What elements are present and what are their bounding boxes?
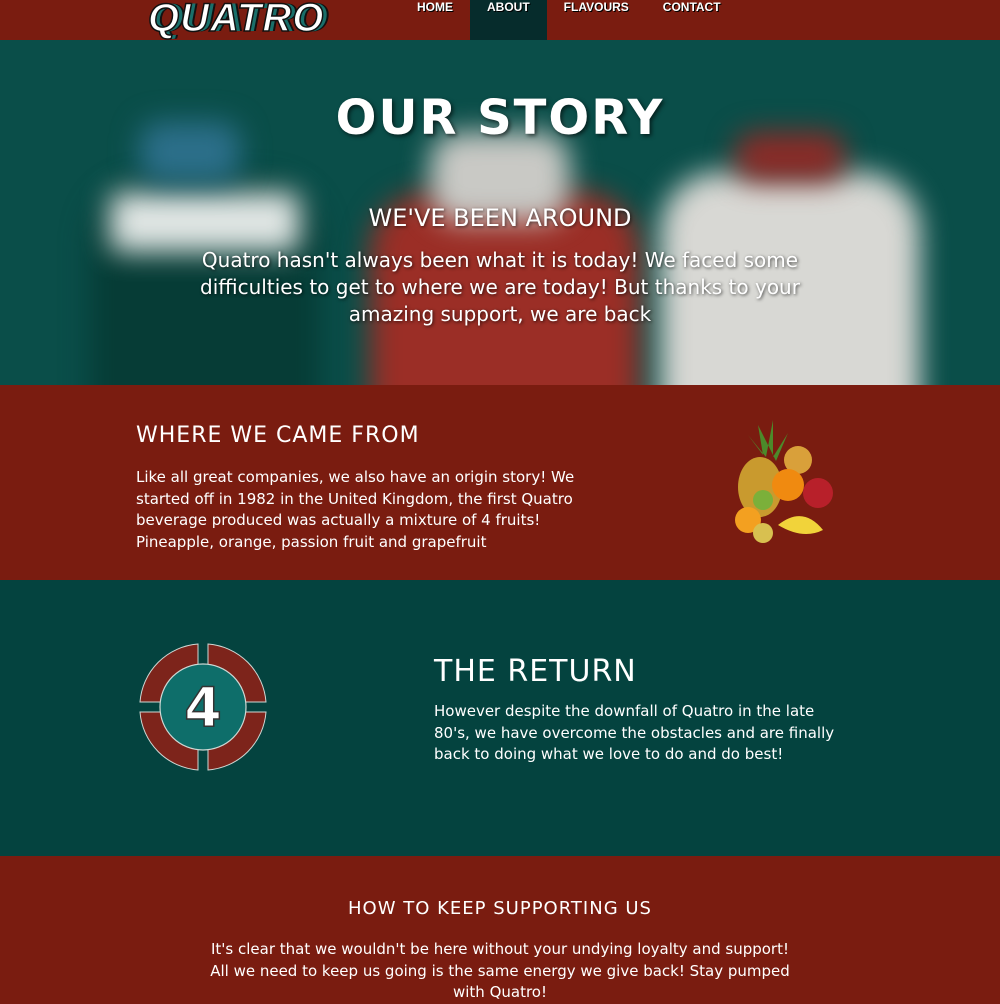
support-section: HOW TO KEEP SUPPORTING US It's clear tha… <box>0 856 1000 1004</box>
return-section: 4 THE RETURN However despite the downfal… <box>0 580 1000 856</box>
top-nav: QUATRO HOME ABOUT FLAVOURS CONTACT <box>0 0 1000 41</box>
return-text: However despite the downfall of Quatro i… <box>434 702 835 763</box>
fruit-image <box>735 420 833 543</box>
support-text: It's clear that we wouldn't be here with… <box>210 940 790 1001</box>
hero-subtitle: WE'VE BEEN AROUND <box>368 204 632 232</box>
return-title: THE RETURN <box>434 654 637 689</box>
page-title: OUR STORY <box>335 90 665 146</box>
quatro-logo[interactable]: QUATRO <box>147 0 324 41</box>
nav-about[interactable]: ABOUT <box>470 0 547 40</box>
hero-section: OUR STORY WE'VE BEEN AROUND Quatro hasn'… <box>0 40 1000 385</box>
nav-home[interactable]: HOME <box>400 0 470 40</box>
nav-flavours[interactable]: FLAVOURS <box>547 0 646 40</box>
origin-title: WHERE WE CAME FROM <box>136 423 420 448</box>
origin-section: WHERE WE CAME FROM Like all great compan… <box>0 385 1000 580</box>
support-title: HOW TO KEEP SUPPORTING US <box>348 898 652 919</box>
origin-text: Like all great companies, we also have a… <box>136 468 575 551</box>
nav-menu: HOME ABOUT FLAVOURS CONTACT <box>400 0 738 40</box>
nav-contact[interactable]: CONTACT <box>646 0 738 40</box>
badge-number: 4 <box>184 676 222 739</box>
quatro-4-badge-icon: 4 <box>139 643 267 771</box>
hero-text: Quatro hasn't always been what it is tod… <box>200 248 800 326</box>
